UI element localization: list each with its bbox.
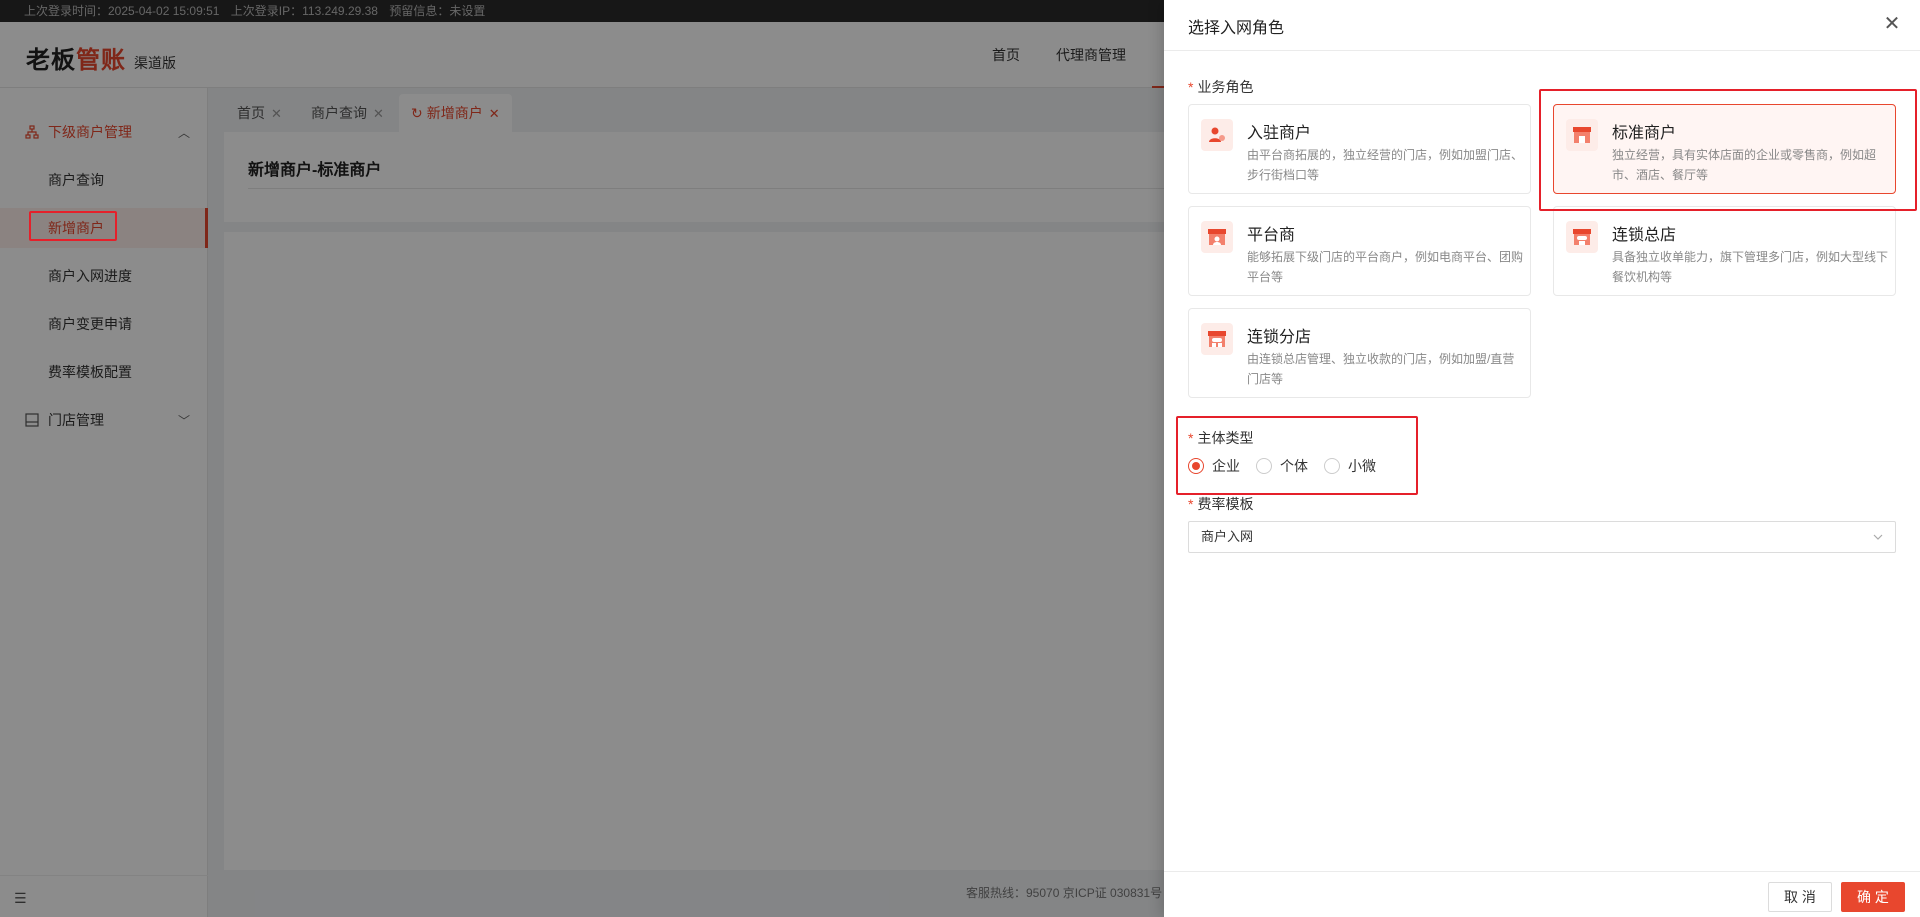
entity-type-radio-group: 企业 个体 小微 — [1188, 456, 1392, 476]
role-title: 入驻商户 — [1247, 125, 1312, 142]
role-card-chain-branch[interactable]: 连锁分店 由连锁总店管理、独立收款的门店，例如加盟/直营门店等 — [1188, 308, 1531, 398]
role-description: 独立经营，具有实体店面的企业或零售商，例如超市、酒店、餐厅等 — [1612, 148, 1877, 182]
entity-type-label: * 主体类型 — [1188, 430, 1254, 446]
chain-branch-icon — [1201, 323, 1233, 355]
confirm-button[interactable]: 确 定 — [1841, 882, 1905, 912]
rate-template-value: 商户入网 — [1201, 529, 1254, 544]
role-card-settled-merchant[interactable]: 入驻商户 由平台商拓展的，独立经营的门店，例如加盟门店、步行街档口等 — [1188, 104, 1531, 194]
chain-hq-icon — [1566, 221, 1598, 253]
cancel-button[interactable]: 取 消 — [1768, 882, 1832, 912]
radio-dot[interactable] — [1188, 458, 1204, 474]
role-select-drawer: 选择入网角色 ✕ * 业务角色 入驻商户 由平台商拓展的，独立经营的门店，例如加盟… — [1164, 0, 1920, 917]
storefront-icon — [1566, 119, 1598, 151]
required-mark: * — [1188, 430, 1194, 446]
radio-individual[interactable]: 个体 — [1256, 456, 1308, 476]
rate-template-label: * 费率模板 — [1188, 496, 1254, 512]
role-description: 由连锁总店管理、独立收款的门店，例如加盟/直营门店等 — [1247, 352, 1515, 386]
required-mark: * — [1188, 496, 1194, 512]
drawer-footer: 取 消 确 定 — [1164, 871, 1920, 917]
role-card-platform[interactable]: 平台商 能够拓展下级门店的平台商户，例如电商平台、团购平台等 — [1188, 206, 1531, 296]
business-role-label: * 业务角色 — [1188, 79, 1254, 95]
role-card-standard-merchant[interactable]: 标准商户 独立经营，具有实体店面的企业或零售商，例如超市、酒店、餐厅等 — [1553, 104, 1896, 194]
user-shop-icon — [1201, 119, 1233, 151]
role-title: 标准商户 — [1612, 125, 1677, 142]
radio-enterprise[interactable]: 企业 — [1188, 456, 1240, 476]
role-description: 具备独立收单能力，旗下管理多门店，例如大型线下餐饮机构等 — [1612, 250, 1889, 284]
radio-micro[interactable]: 小微 — [1324, 456, 1376, 476]
radio-dot[interactable] — [1324, 458, 1340, 474]
close-icon[interactable]: ✕ — [1880, 12, 1904, 36]
role-description: 由平台商拓展的，独立经营的门店，例如加盟门店、步行街档口等 — [1247, 148, 1524, 182]
role-title: 连锁总店 — [1612, 227, 1677, 244]
radio-dot[interactable] — [1256, 458, 1272, 474]
drawer-title: 选择入网角色 — [1188, 20, 1285, 37]
chevron-down-icon — [1873, 534, 1883, 540]
rate-template-select[interactable]: 商户入网 — [1188, 521, 1896, 553]
role-title: 平台商 — [1247, 227, 1296, 244]
role-title: 连锁分店 — [1247, 329, 1312, 346]
required-mark: * — [1188, 79, 1194, 95]
role-description: 能够拓展下级门店的平台商户，例如电商平台、团购平台等 — [1247, 250, 1524, 284]
role-card-chain-headquarters[interactable]: 连锁总店 具备独立收单能力，旗下管理多门店，例如大型线下餐饮机构等 — [1553, 206, 1896, 296]
drawer-header: 选择入网角色 ✕ — [1164, 0, 1920, 51]
platform-store-icon — [1201, 221, 1233, 253]
